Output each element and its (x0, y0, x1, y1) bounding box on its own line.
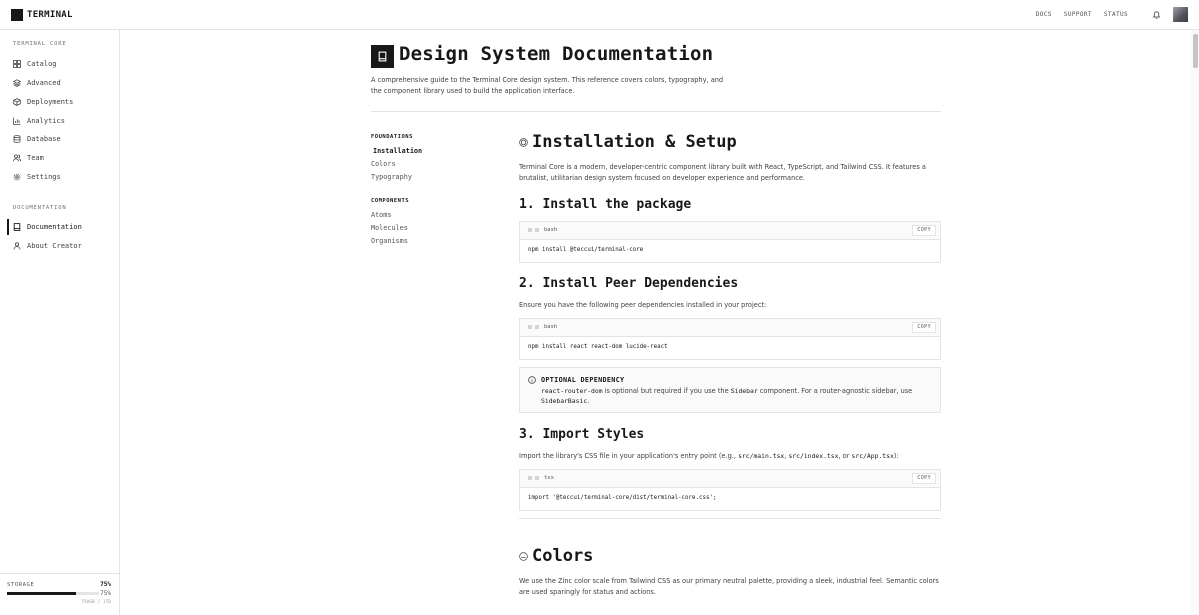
sidebar-item-team[interactable]: Team (0, 150, 119, 166)
nav-docs-link[interactable]: DOCS (1036, 11, 1052, 18)
user-icon (13, 242, 21, 250)
toc-item-atoms[interactable]: Atoms (371, 211, 391, 219)
database-icon (13, 135, 21, 143)
import-styles-description: Import the library's CSS file in your ap… (519, 452, 899, 460)
grid-icon (13, 60, 21, 68)
layers-icon (13, 79, 21, 87)
sidebar-item-database[interactable]: Database (0, 131, 119, 147)
toc-item-molecules[interactable]: Molecules (371, 224, 408, 232)
code-block: bash COPY npm install @teccui/terminal-c… (519, 221, 941, 263)
toc-section-title: COMPONENTS (371, 198, 410, 204)
callout-text: react-router-dom is optional but require… (541, 387, 913, 405)
window-dots-icon (528, 476, 539, 480)
copy-button[interactable]: COPY (912, 473, 936, 484)
sidebar-item-deployments[interactable]: Deployments (0, 94, 119, 110)
sidebar-section-title: DOCUMENTATION (13, 205, 67, 211)
code-block: tsx COPY import '@teccui/terminal-core/d… (519, 469, 941, 511)
storage-widget: STORAGE 75% 75% 750GB / 1TB (0, 573, 119, 615)
sidebar-item-label: Database (27, 135, 61, 143)
callout-title: OPTIONAL DEPENDENCY (541, 376, 625, 384)
avatar[interactable] (1173, 7, 1188, 22)
toc-item-colors[interactable]: Colors (371, 160, 396, 168)
gear-icon (13, 173, 21, 181)
brand-name: TERMINAL (27, 10, 73, 20)
sidebar-item-label: Settings (27, 173, 61, 181)
nav-status-link[interactable]: STATUS (1104, 11, 1128, 18)
sidebar-item-label: About Creator (27, 242, 82, 250)
package-icon (519, 138, 528, 147)
info-icon (528, 376, 536, 384)
palette-icon (519, 552, 528, 561)
toc-section-title: FOUNDATIONS (371, 134, 413, 140)
bell-icon[interactable] (1152, 10, 1161, 19)
code-text: import '@teccui/terminal-core/dist/termi… (528, 495, 717, 501)
code-block: bash COPY npm install react react-dom lu… (519, 318, 941, 360)
top-bar: TERMINAL DOCS SUPPORT STATUS (0, 0, 1199, 30)
code-block-header: tsx COPY (520, 470, 940, 488)
top-nav: DOCS SUPPORT STATUS (1036, 11, 1128, 18)
main-content: Design System Documentation A comprehens… (121, 31, 1191, 615)
storage-progress-fill (7, 592, 76, 595)
sidebar-item-label: Advanced (27, 79, 61, 87)
book-icon (13, 223, 21, 231)
page-title: Design System Documentation (399, 43, 714, 65)
page-intro: A comprehensive guide to the Terminal Co… (371, 76, 724, 95)
book-icon (371, 45, 394, 68)
toc-item-installation[interactable]: Installation (373, 147, 422, 155)
sidebar-item-label: Analytics (27, 117, 65, 125)
logo-mark-icon (11, 9, 23, 21)
toc-item-organisms[interactable]: Organisms (371, 237, 408, 245)
sidebar-item-about-creator[interactable]: About Creator (0, 238, 119, 254)
code-block-header: bash COPY (520, 222, 940, 240)
sidebar-item-analytics[interactable]: Analytics (0, 113, 119, 129)
sidebar-item-label: Documentation (27, 223, 82, 231)
sidebar-section-title: TERMINAL CORE (13, 41, 67, 47)
window-dots-icon (528, 325, 539, 329)
storage-usage: 750GB / 1TB (81, 600, 111, 605)
window-dots-icon (528, 228, 539, 232)
package-icon (13, 98, 21, 106)
code-language: bash (544, 227, 558, 233)
section-title-colors: Colors (532, 546, 594, 566)
storage-percent: 75% (100, 581, 111, 588)
divider (371, 111, 941, 112)
storage-percent-secondary: 75% (100, 590, 111, 597)
sidebar-item-settings[interactable]: Settings (0, 169, 119, 185)
sidebar-item-label: Deployments (27, 98, 74, 106)
installation-description: Terminal Core is a modern, developer-cen… (519, 163, 926, 182)
code-block-header: bash COPY (520, 319, 940, 337)
sidebar-item-catalog[interactable]: Catalog (0, 56, 119, 72)
users-icon (13, 154, 21, 162)
code-language: tsx (544, 475, 554, 481)
sidebar-item-advanced[interactable]: Advanced (0, 75, 119, 91)
copy-button[interactable]: COPY (912, 225, 936, 236)
divider (519, 518, 941, 519)
nav-support-link[interactable]: SUPPORT (1064, 11, 1092, 18)
code-text: npm install @teccui/terminal-core (528, 247, 644, 253)
sidebar-item-label: Team (27, 154, 44, 162)
step-title-peer-dependencies: 2. Install Peer Dependencies (519, 276, 739, 291)
toc-item-typography[interactable]: Typography (371, 173, 412, 181)
sidebar-item-label: Catalog (27, 60, 57, 68)
sidebar-item-documentation[interactable]: Documentation (0, 219, 119, 235)
code-text: npm install react react-dom lucide-react (528, 344, 668, 350)
scrollbar[interactable] (1191, 30, 1199, 615)
colors-description: We use the Zinc color scale from Tailwin… (519, 577, 939, 596)
brand-logo[interactable]: TERMINAL (11, 9, 73, 21)
step-title-install-package: 1. Install the package (519, 197, 692, 212)
callout-optional-dependency: OPTIONAL DEPENDENCY react-router-dom is … (519, 367, 941, 413)
peer-dependencies-description: Ensure you have the following peer depen… (519, 301, 767, 309)
storage-label: STORAGE (7, 582, 35, 588)
scrollbar-thumb[interactable] (1193, 34, 1198, 68)
step-title-import-styles: 3. Import Styles (519, 427, 645, 442)
chart-icon (13, 117, 21, 125)
copy-button[interactable]: COPY (912, 322, 936, 333)
section-title-installation: Installation & Setup (532, 132, 737, 152)
code-language: bash (544, 324, 558, 330)
storage-progress-bar (7, 592, 99, 595)
sidebar: TERMINAL CORE Catalog Advanced Deploymen… (0, 30, 120, 615)
